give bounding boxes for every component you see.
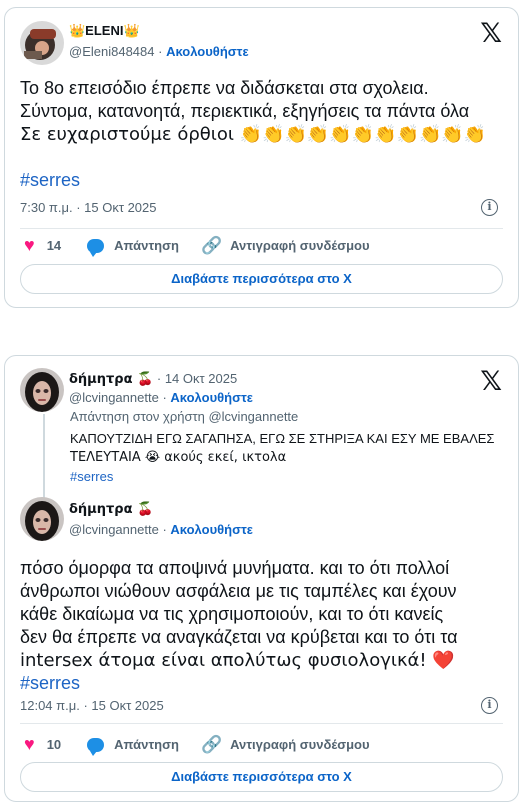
separator-dot: · [158,44,163,59]
tweet-text: Το 8ο επεισόδιο έπρεπε να διδάσκεται στα… [20,77,486,146]
read-more-button[interactable]: Διαβάστε περισσότερα στο X [20,264,503,294]
divider [20,228,503,229]
info-icon[interactable]: i [481,199,498,216]
tweet-text-line: άνθρωποι νιώθουν ασφάλεια με τις ταμπέλε… [20,581,457,601]
separator-dot: · [162,522,167,537]
reply-button[interactable]: Απάντηση [114,737,179,752]
tweet-text-line: intersex άτομα είναι απολύτως φυσιολογικ… [20,650,455,671]
copy-link-button[interactable]: Αντιγραφή συνδέσμου [230,238,369,253]
tweet-text-line: Το 8ο επεισόδιο έπρεπε να διδάσκεται στα… [20,78,429,98]
avatar[interactable] [20,21,64,65]
heart-icon[interactable]: ♥ [24,734,35,755]
post-date[interactable]: · 14 Οκτ 2025 [157,371,237,386]
tweet-text-line: Σύντομα, κατανοητά, περιεκτικά, εξηγήσει… [20,101,470,121]
thread-line [43,414,45,498]
parent-tweet-text: ΚΑΠΟΥΤΖΙΔΗ ΕΓΩ ΣΑΓΑΠΗΣΑ, ΕΓΩ ΣΕ ΣΤΗΡΙΞΑ … [70,429,494,486]
hashtag-link[interactable]: #serres [20,169,80,192]
timestamp[interactable]: 7:30 π.μ. · 15 Οκτ 2025 [20,200,157,215]
handle-row: @lcvingannette · Ακολουθήστε [69,390,253,405]
like-count[interactable]: 10 [47,737,61,752]
action-bar: ♥ 10 Απάντηση 🔗 Αντιγραφή συνδέσμου [24,734,370,756]
reply-icon[interactable] [87,238,105,257]
link-icon[interactable]: 🔗 [201,735,222,755]
parent-text-line: ΤΕΛΕΥΤΑΙΑ 😭 ακούς εκεί, ικτολα [70,450,287,465]
heart-icon[interactable]: ♥ [24,235,35,256]
user-handle[interactable]: @lcvingannette [69,522,159,537]
separator-dot: · [162,390,167,405]
tweet-text-line: πόσο όμορφα τα αποψινά μυνήματα. και το … [20,558,450,578]
avatar[interactable] [20,368,64,412]
link-icon[interactable]: 🔗 [201,236,222,256]
handle-row: @lcvingannette · Ακολουθήστε [69,522,253,537]
tweet-text: πόσο όμορφα τα αποψινά μυνήματα. και το … [20,557,458,695]
like-count[interactable]: 14 [47,238,61,253]
hashtag-link[interactable]: #serres [20,672,458,695]
display-name[interactable]: δήμητρα 🍒 [69,502,153,517]
parent-name-row: δήμητρα 🍒 · 14 Οκτ 2025 [69,371,237,387]
tweet-card[interactable]: δήμητρα 🍒 · 14 Οκτ 2025 @lcvingannette ·… [4,355,519,802]
reply-button[interactable]: Απάντηση [114,238,179,253]
follow-button[interactable]: Ακολουθήστε [170,390,253,405]
info-icon[interactable]: i [481,697,498,714]
reply-to-label[interactable]: Απάντηση στον χρήστη @lcvingannette [70,409,298,424]
handle-row: @Eleni848484 · Ακολουθήστε [69,44,249,59]
reply-icon[interactable] [87,737,105,756]
divider [20,723,503,724]
display-name[interactable]: δήμητρα 🍒 [69,372,153,387]
user-handle[interactable]: @lcvingannette [69,390,159,405]
copy-link-button[interactable]: Αντιγραφή συνδέσμου [230,737,369,752]
tweet-text-line: δεν θα έπρεπε να αναγκάζεται να κρύβεται… [20,627,458,647]
read-more-button[interactable]: Διαβάστε περισσότερα στο X [20,762,503,792]
hashtag-link[interactable]: #serres [70,467,494,486]
x-logo-icon[interactable]: 𝕏 [480,20,502,47]
follow-button[interactable]: Ακολουθήστε [170,522,253,537]
parent-text-line: ΚΑΠΟΥΤΖΙΔΗ ΕΓΩ ΣΑΓΑΠΗΣΑ, ΕΓΩ ΣΕ ΣΤΗΡΙΞΑ … [70,431,495,446]
x-logo-icon[interactable]: 𝕏 [480,368,502,395]
avatar[interactable] [20,497,64,541]
timestamp[interactable]: 12:04 π.μ. · 15 Οκτ 2025 [20,698,164,713]
tweet-card[interactable]: 👑ELENI👑 @Eleni848484 · Ακολουθήστε 𝕏 Το … [4,7,519,308]
tweet-text-line: κάθε δικαίωμα να τις χρησιμοποιούν, και … [20,604,444,624]
follow-button[interactable]: Ακολουθήστε [166,44,249,59]
display-name[interactable]: 👑ELENI👑 [69,23,140,39]
user-handle[interactable]: @Eleni848484 [69,44,154,59]
action-bar: ♥ 14 Απάντηση 🔗 Αντιγραφή συνδέσμου [24,235,370,257]
tweet-text-line: Σε ευχαριστούμε όρθιοι 👏👏👏👏👏👏👏👏👏👏👏 [20,124,487,145]
